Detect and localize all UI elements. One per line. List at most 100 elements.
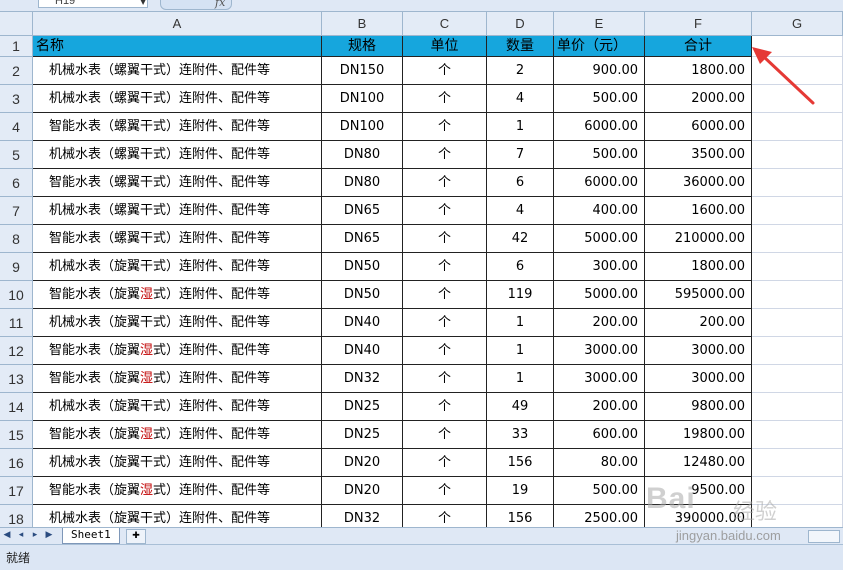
row-header-18[interactable]: 18 — [0, 505, 33, 527]
cell-g9[interactable] — [752, 253, 843, 281]
column-header-c[interactable]: C — [403, 12, 487, 36]
name-cell[interactable]: 智能水表（螺翼干式）连附件、配件等 — [33, 169, 322, 197]
spec-cell[interactable]: DN80 — [322, 169, 403, 197]
cell-g4[interactable] — [752, 113, 843, 141]
header-cell-qty[interactable]: 数量 — [487, 36, 554, 57]
cell-g16[interactable] — [752, 449, 843, 477]
price-cell[interactable]: 5000.00 — [554, 225, 645, 253]
column-header-e[interactable]: E — [554, 12, 645, 36]
total-cell[interactable]: 210000.00 — [645, 225, 752, 253]
unit-cell[interactable]: 个 — [403, 57, 487, 85]
select-all-corner[interactable] — [0, 12, 33, 36]
cell-g11[interactable] — [752, 309, 843, 337]
cell-g3[interactable] — [752, 85, 843, 113]
unit-cell[interactable]: 个 — [403, 309, 487, 337]
total-cell[interactable]: 2000.00 — [645, 85, 752, 113]
unit-cell[interactable]: 个 — [403, 281, 487, 309]
unit-cell[interactable]: 个 — [403, 141, 487, 169]
name-cell[interactable]: 智能水表（螺翼干式）连附件、配件等 — [33, 113, 322, 141]
price-cell[interactable]: 900.00 — [554, 57, 645, 85]
name-box-dropdown-icon[interactable]: ▼ — [140, 0, 146, 6]
qty-cell[interactable]: 42 — [487, 225, 554, 253]
name-box[interactable]: H19 — [38, 0, 148, 8]
prev-sheet-icon[interactable]: ◂ — [16, 530, 26, 540]
name-cell[interactable]: 机械水表（螺翼干式）连附件、配件等 — [33, 141, 322, 169]
row-header-15[interactable]: 15 — [0, 421, 33, 449]
fx-icon[interactable]: fx — [215, 0, 225, 9]
qty-cell[interactable]: 2 — [487, 57, 554, 85]
name-cell[interactable]: 机械水表（旋翼干式）连附件、配件等 — [33, 253, 322, 281]
name-cell[interactable]: 智能水表（旋翼湿式）连附件、配件等 — [33, 281, 322, 309]
spec-cell[interactable]: DN150 — [322, 57, 403, 85]
qty-cell[interactable]: 1 — [487, 337, 554, 365]
column-header-g[interactable]: G — [752, 12, 843, 36]
spec-cell[interactable]: DN50 — [322, 281, 403, 309]
total-cell[interactable]: 6000.00 — [645, 113, 752, 141]
name-cell[interactable]: 机械水表（旋翼干式）连附件、配件等 — [33, 505, 322, 527]
name-cell[interactable]: 智能水表（螺翼干式）连附件、配件等 — [33, 225, 322, 253]
header-cell-total[interactable]: 合计 — [645, 36, 752, 57]
price-cell[interactable]: 500.00 — [554, 141, 645, 169]
name-cell[interactable]: 机械水表（旋翼干式）连附件、配件等 — [33, 449, 322, 477]
qty-cell[interactable]: 7 — [487, 141, 554, 169]
column-header-f[interactable]: F — [645, 12, 752, 36]
cell-g10[interactable] — [752, 281, 843, 309]
row-header-4[interactable]: 4 — [0, 113, 33, 141]
header-cell-unit[interactable]: 单位 — [403, 36, 487, 57]
horizontal-scrollbar[interactable] — [808, 530, 840, 543]
total-cell[interactable]: 19800.00 — [645, 421, 752, 449]
cell-g12[interactable] — [752, 337, 843, 365]
price-cell[interactable]: 6000.00 — [554, 113, 645, 141]
unit-cell[interactable]: 个 — [403, 393, 487, 421]
insert-sheet-icon[interactable]: ✚ — [126, 529, 146, 544]
qty-cell[interactable]: 1 — [487, 365, 554, 393]
name-cell[interactable]: 智能水表（旋翼湿式）连附件、配件等 — [33, 421, 322, 449]
name-cell[interactable]: 机械水表（螺翼干式）连附件、配件等 — [33, 57, 322, 85]
price-cell[interactable]: 500.00 — [554, 477, 645, 505]
price-cell[interactable]: 300.00 — [554, 253, 645, 281]
unit-cell[interactable]: 个 — [403, 85, 487, 113]
row-header-12[interactable]: 12 — [0, 337, 33, 365]
cell-g2[interactable] — [752, 57, 843, 85]
price-cell[interactable]: 6000.00 — [554, 169, 645, 197]
qty-cell[interactable]: 19 — [487, 477, 554, 505]
unit-cell[interactable]: 个 — [403, 365, 487, 393]
header-cell-price[interactable]: 单价（元） — [554, 36, 645, 57]
price-cell[interactable]: 3000.00 — [554, 365, 645, 393]
spec-cell[interactable]: DN100 — [322, 85, 403, 113]
qty-cell[interactable]: 119 — [487, 281, 554, 309]
next-sheet-icon[interactable]: ▸ — [30, 530, 40, 540]
row-header-17[interactable]: 17 — [0, 477, 33, 505]
name-cell[interactable]: 智能水表（旋翼湿式）连附件、配件等 — [33, 477, 322, 505]
unit-cell[interactable]: 个 — [403, 337, 487, 365]
unit-cell[interactable]: 个 — [403, 477, 487, 505]
cell-g13[interactable] — [752, 365, 843, 393]
price-cell[interactable]: 3000.00 — [554, 337, 645, 365]
row-header-7[interactable]: 7 — [0, 197, 33, 225]
price-cell[interactable]: 200.00 — [554, 393, 645, 421]
row-header-2[interactable]: 2 — [0, 57, 33, 85]
qty-cell[interactable]: 156 — [487, 505, 554, 527]
spec-cell[interactable]: DN25 — [322, 421, 403, 449]
price-cell[interactable]: 2500.00 — [554, 505, 645, 527]
price-cell[interactable]: 200.00 — [554, 309, 645, 337]
unit-cell[interactable]: 个 — [403, 421, 487, 449]
spec-cell[interactable]: DN40 — [322, 309, 403, 337]
price-cell[interactable]: 80.00 — [554, 449, 645, 477]
column-header-a[interactable]: A — [33, 12, 322, 36]
first-sheet-icon[interactable]: ◀ — [2, 530, 12, 540]
total-cell[interactable]: 3000.00 — [645, 337, 752, 365]
total-cell[interactable]: 9800.00 — [645, 393, 752, 421]
row-header-3[interactable]: 3 — [0, 85, 33, 113]
spec-cell[interactable]: DN80 — [322, 141, 403, 169]
header-cell-spec[interactable]: 规格 — [322, 36, 403, 57]
name-cell[interactable]: 机械水表（螺翼干式）连附件、配件等 — [33, 197, 322, 225]
column-header-b[interactable]: B — [322, 12, 403, 36]
name-cell[interactable]: 机械水表（旋翼干式）连附件、配件等 — [33, 309, 322, 337]
total-cell[interactable]: 36000.00 — [645, 169, 752, 197]
price-cell[interactable]: 5000.00 — [554, 281, 645, 309]
spec-cell[interactable]: DN20 — [322, 449, 403, 477]
total-cell[interactable]: 595000.00 — [645, 281, 752, 309]
spec-cell[interactable]: DN32 — [322, 365, 403, 393]
total-cell[interactable]: 1600.00 — [645, 197, 752, 225]
